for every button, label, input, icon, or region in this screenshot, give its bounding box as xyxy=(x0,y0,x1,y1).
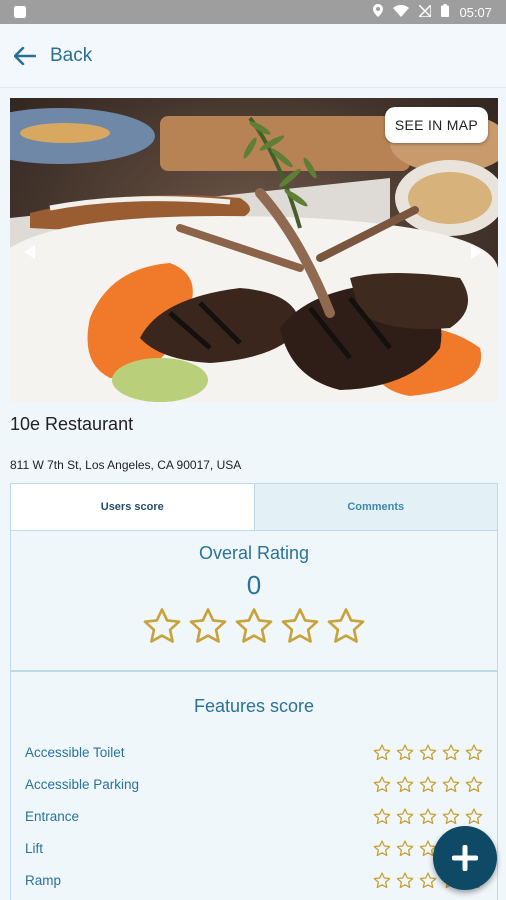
app-bar: Back xyxy=(0,24,506,88)
star-outline-icon xyxy=(419,775,437,792)
features-score-title: Features score xyxy=(193,696,315,716)
star-outline-icon xyxy=(373,775,391,792)
star-outline-icon xyxy=(419,807,437,824)
feature-label: Accessible Toilet xyxy=(25,744,125,760)
feature-row-ramp: Ramp xyxy=(25,870,483,890)
back-button[interactable]: Back xyxy=(50,45,92,67)
feature-row-accessible-parking: Accessible Parking xyxy=(25,774,483,794)
score-tabs: Users score Comments xyxy=(10,483,498,531)
next-image-arrow-icon[interactable] xyxy=(471,245,482,259)
star-outline-icon xyxy=(396,807,414,824)
back-arrow-icon[interactable] xyxy=(12,43,38,69)
feature-row-entrance: Entrance xyxy=(25,806,483,826)
clock-time: 05:07 xyxy=(459,4,492,20)
plus-icon xyxy=(452,845,478,871)
star-outline-icon xyxy=(442,743,460,760)
star-outline-icon xyxy=(465,743,483,760)
food-image xyxy=(10,98,498,402)
features-score-panel: Features score Accessible Toilet Accessi… xyxy=(10,671,498,900)
star-outline-icon xyxy=(396,775,414,792)
location-icon xyxy=(373,4,384,20)
overall-rating-panel: Overal Rating 0 xyxy=(10,531,498,671)
battery-icon xyxy=(441,4,450,20)
feature-label: Accessible Parking xyxy=(25,776,140,792)
overall-rating-stars xyxy=(11,607,497,645)
previous-image-arrow-icon[interactable] xyxy=(24,245,35,259)
star-outline-icon xyxy=(465,807,483,824)
star-outline-icon xyxy=(373,839,391,856)
star-outline-icon xyxy=(235,608,273,643)
star-outline-icon xyxy=(373,871,391,888)
overall-rating-title: Overal Rating xyxy=(198,543,310,563)
add-review-button[interactable] xyxy=(433,826,497,890)
star-outline-icon xyxy=(465,775,483,792)
star-outline-icon xyxy=(396,839,414,856)
feature-label: Entrance xyxy=(25,808,80,824)
star-outline-icon xyxy=(373,807,391,824)
see-in-map-button[interactable]: SEE IN MAP xyxy=(384,107,488,143)
feature-row-lift: Lift xyxy=(25,838,483,858)
star-outline-icon xyxy=(327,608,365,643)
restaurant-name: 10e Restaurant xyxy=(10,414,134,434)
star-outline-icon xyxy=(143,608,181,643)
feature-stars xyxy=(373,775,483,793)
notification-icon xyxy=(14,6,26,18)
signal-off-icon xyxy=(417,2,433,20)
feature-label: Ramp xyxy=(25,872,62,888)
feature-row-accessible-toilet: Accessible Toilet xyxy=(25,742,483,762)
overall-rating-value: 0 xyxy=(246,570,262,600)
tab-users-score[interactable]: Users score xyxy=(11,484,255,530)
feature-label: Lift xyxy=(25,840,44,856)
status-bar: 05:07 xyxy=(0,0,506,24)
feature-stars xyxy=(373,743,483,761)
star-outline-icon xyxy=(373,743,391,760)
star-outline-icon xyxy=(442,775,460,792)
restaurant-address: 811 W 7th St, Los Angeles, CA 90017, USA xyxy=(10,458,242,472)
star-outline-icon xyxy=(419,743,437,760)
feature-stars xyxy=(373,807,483,825)
restaurant-photo[interactable]: SEE IN MAP xyxy=(10,98,498,402)
tab-comments[interactable]: Comments xyxy=(254,484,497,530)
star-outline-icon xyxy=(419,871,437,888)
star-outline-icon xyxy=(442,807,460,824)
star-outline-icon xyxy=(189,608,227,643)
star-outline-icon xyxy=(396,871,414,888)
wifi-icon xyxy=(393,4,410,20)
star-outline-icon xyxy=(281,608,319,643)
star-outline-icon xyxy=(396,743,414,760)
